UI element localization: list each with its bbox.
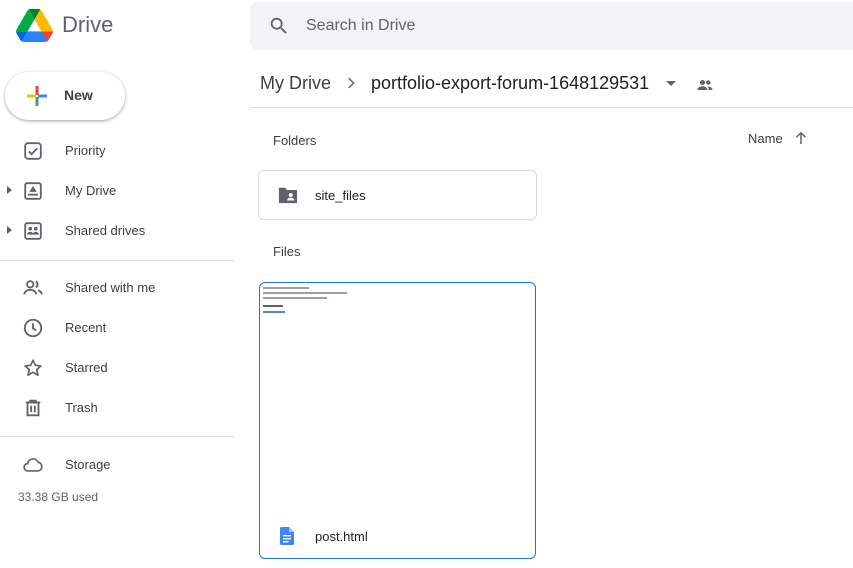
breadcrumb-current-folder[interactable]: portfolio-export-forum-1648129531 — [371, 73, 649, 94]
file-item[interactable]: post.html — [259, 282, 536, 559]
sidebar-item-shared-drives[interactable]: Shared drives — [0, 211, 234, 251]
cloud-icon — [23, 458, 43, 472]
app-title[interactable]: Drive — [62, 12, 113, 38]
sidebar-item-trash[interactable]: Trash — [0, 388, 234, 428]
sidebar-divider — [0, 260, 234, 261]
sidebar-item-label: Starred — [65, 360, 108, 375]
sidebar-item-label: Priority — [65, 143, 106, 158]
shared-people-icon[interactable] — [695, 75, 715, 95]
dropdown-arrow-icon[interactable] — [666, 81, 676, 86]
file-footer: post.html — [260, 509, 535, 558]
breadcrumb-my-drive[interactable]: My Drive — [260, 73, 331, 94]
content-divider — [250, 107, 853, 108]
sidebar-item-recent[interactable]: Recent — [0, 308, 234, 348]
files-section-label: Files — [273, 244, 301, 259]
sidebar-item-label: Recent — [65, 320, 107, 335]
my-drive-icon — [24, 182, 42, 200]
folder-name: site_files — [315, 188, 366, 203]
sidebar-item-label: Shared with me — [65, 280, 156, 295]
new-button-label: New — [64, 87, 93, 103]
sidebar-divider — [0, 436, 234, 437]
trash-icon — [25, 399, 41, 417]
sidebar-item-shared-with-me[interactable]: Shared with me — [0, 268, 234, 308]
sidebar-item-label: Storage — [65, 457, 111, 472]
sidebar-item-label: Shared drives — [65, 223, 146, 238]
sidebar-item-label: My Drive — [65, 183, 117, 198]
shared-folder-icon — [278, 187, 298, 204]
star-icon — [24, 359, 42, 376]
sidebar-item-storage[interactable]: Storage — [0, 445, 234, 485]
priority-icon — [24, 142, 42, 160]
clock-icon — [23, 318, 43, 338]
storage-used-text: 33.38 GB used — [18, 490, 99, 504]
sidebar-item-label: Trash — [65, 400, 98, 415]
search-input[interactable] — [296, 14, 826, 38]
sort-by-name-button[interactable]: Name — [748, 131, 783, 146]
search-icon[interactable] — [268, 15, 290, 37]
folders-section-label: Folders — [273, 133, 317, 148]
plus-icon — [27, 86, 47, 106]
file-name: post.html — [315, 529, 368, 544]
arrow-up-icon[interactable] — [792, 129, 810, 147]
folder-item[interactable]: site_files — [258, 170, 537, 220]
sidebar-item-starred[interactable]: Starred — [0, 348, 234, 388]
chevron-right-icon — [348, 77, 355, 89]
top-bar: Drive — [0, 0, 853, 56]
document-icon — [280, 527, 294, 545]
expand-arrow-icon[interactable] — [7, 186, 12, 194]
drive-logo[interactable] — [16, 9, 53, 42]
shared-drives-icon — [24, 222, 42, 240]
expand-arrow-icon[interactable] — [7, 226, 12, 234]
shared-with-me-icon — [23, 280, 43, 295]
file-thumbnail — [261, 284, 534, 509]
sidebar-item-my-drive[interactable]: My Drive — [0, 171, 234, 211]
sidebar-item-priority[interactable]: Priority — [0, 131, 234, 171]
new-button[interactable]: New — [5, 72, 125, 120]
